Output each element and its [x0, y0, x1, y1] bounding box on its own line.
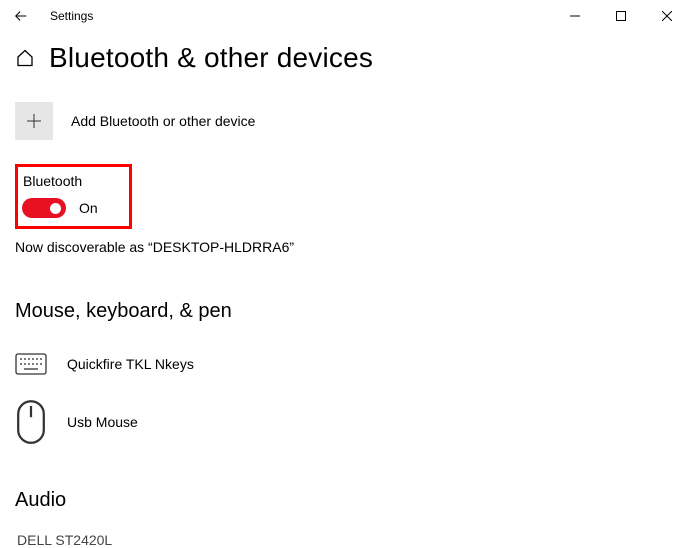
titlebar: Settings [0, 0, 690, 32]
minimize-icon [570, 11, 580, 21]
close-button[interactable] [644, 0, 690, 32]
close-icon [662, 11, 672, 21]
page-title: Bluetooth & other devices [49, 42, 373, 74]
minimize-button[interactable] [552, 0, 598, 32]
plus-icon [26, 113, 42, 129]
device-row-keyboard[interactable]: Quickfire TKL Nkeys [15, 335, 675, 393]
window-controls [552, 0, 690, 32]
mouse-icon [15, 410, 47, 434]
window-title: Settings [42, 9, 93, 23]
back-button[interactable] [0, 0, 42, 32]
add-device-label: Add Bluetooth or other device [71, 113, 255, 129]
device-label: Quickfire TKL Nkeys [67, 356, 194, 372]
device-row-mouse[interactable]: Usb Mouse [15, 393, 675, 451]
titlebar-left: Settings [0, 0, 93, 32]
add-tile [15, 102, 53, 140]
back-arrow-icon [14, 9, 28, 23]
bluetooth-highlight: Bluetooth On [15, 164, 132, 229]
maximize-icon [616, 11, 626, 21]
bluetooth-label: Bluetooth [22, 173, 123, 189]
content: Bluetooth & other devices Add Bluetooth … [0, 32, 690, 548]
bluetooth-toggle-row: On [22, 198, 123, 218]
device-row-audio-truncated[interactable]: DELL ST2420L [15, 524, 675, 548]
section-title-mouse: Mouse, keyboard, & pen [15, 300, 675, 323]
bluetooth-toggle[interactable] [22, 198, 66, 218]
toggle-thumb [50, 203, 61, 214]
home-icon [15, 48, 35, 68]
audio-section: Audio DELL ST2420L [15, 489, 675, 548]
keyboard-icon [15, 352, 47, 376]
header-row: Bluetooth & other devices [15, 42, 675, 74]
discoverable-text: Now discoverable as “DESKTOP-HLDRRA6” [15, 239, 675, 255]
home-button[interactable] [15, 48, 35, 68]
add-device-button[interactable]: Add Bluetooth or other device [15, 102, 675, 140]
device-label: Usb Mouse [67, 414, 138, 430]
bluetooth-toggle-state: On [79, 200, 98, 216]
section-title-audio: Audio [15, 489, 675, 512]
maximize-button[interactable] [598, 0, 644, 32]
